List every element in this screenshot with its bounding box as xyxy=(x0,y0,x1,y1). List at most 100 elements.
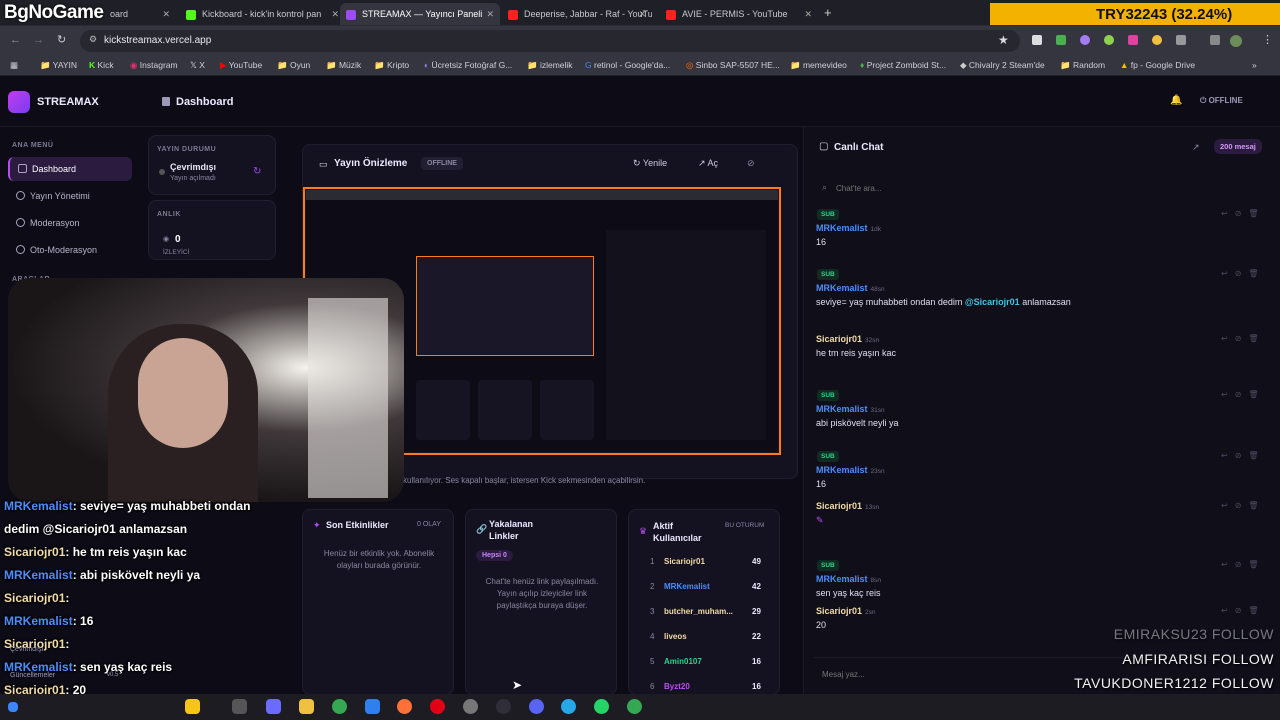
timeout-icon[interactable]: ⊘ xyxy=(1235,334,1249,343)
chat-search-input[interactable] xyxy=(836,180,1256,196)
timeout-icon[interactable]: ⊘ xyxy=(1235,606,1249,615)
bookmark-star-icon[interactable]: ★ xyxy=(998,33,1009,47)
timeout-icon[interactable]: ⊘ xyxy=(1235,390,1249,399)
obs-icon[interactable] xyxy=(496,699,511,714)
bookmark-item[interactable]: 📁 memevideo xyxy=(790,60,847,71)
reply-icon[interactable]: ↩ xyxy=(1221,390,1235,399)
open-button[interactable]: ↗ Aç xyxy=(698,158,718,169)
popout-icon[interactable]: ↗ xyxy=(1192,142,1200,153)
opera-icon[interactable] xyxy=(430,699,445,714)
bookmark-item[interactable]: ◐ Ücretsiz Fotoğraf G... xyxy=(424,60,512,70)
delete-icon[interactable]: 🗑 xyxy=(1248,501,1265,510)
browser-tab-active[interactable]: STREAMAX — Yayıncı Paneli ✕ xyxy=(340,3,500,25)
bookmark-item[interactable]: ▶ YouTube xyxy=(220,60,262,71)
bookmark-item[interactable]: ▲ fp - Google Drive xyxy=(1120,60,1195,70)
close-icon[interactable]: ✕ xyxy=(331,9,339,20)
bookmark-item[interactable]: 📁 YAYIN xyxy=(40,60,77,71)
extension-icon[interactable] xyxy=(1128,35,1138,45)
timeout-icon[interactable]: ⊘ xyxy=(1235,560,1249,569)
timeout-icon[interactable]: ⊘ xyxy=(1235,451,1249,460)
active-user-row[interactable]: 1 Sicariojr01 49 xyxy=(629,554,779,574)
bookmark-item[interactable]: K Kick xyxy=(89,60,114,70)
menu-icon[interactable]: ⋮ xyxy=(1262,33,1273,46)
bookmark-item[interactable]: ◎ Sinbo SAP-5507 HE... xyxy=(686,60,780,71)
reply-icon[interactable]: ↩ xyxy=(1221,451,1235,460)
sidebar-item-moderation[interactable]: Moderasyon xyxy=(8,211,132,235)
timeout-icon[interactable]: ⊘ xyxy=(1235,501,1249,510)
bookmark-item[interactable]: 📁 Müzik xyxy=(326,60,361,71)
bookmark-item[interactable]: G retinol - Google'da... xyxy=(585,60,670,70)
active-user-row[interactable]: 4 liveos 22 xyxy=(629,629,779,649)
app-icon[interactable] xyxy=(365,699,380,714)
apps-icon[interactable]: ▦ xyxy=(10,60,18,71)
start-icon[interactable] xyxy=(8,702,18,712)
chat-username[interactable]: MRKemalist 23sn xyxy=(816,465,885,475)
delete-icon[interactable]: 🗑 xyxy=(1248,269,1265,278)
forward-icon[interactable]: → xyxy=(33,34,44,46)
bookmark-item[interactable]: ◆ Chivalry 2 Steam'de xyxy=(960,60,1045,71)
bookmark-item[interactable]: 📁 Random xyxy=(1060,60,1105,71)
reading-list-icon[interactable] xyxy=(1210,35,1220,45)
reply-icon[interactable]: ↩ xyxy=(1221,606,1235,615)
timeout-icon[interactable]: ⊘ xyxy=(1235,269,1249,278)
refresh-button[interactable]: ↻ Yenile xyxy=(633,158,667,169)
profile-avatar[interactable] xyxy=(1230,35,1242,47)
chat-username[interactable]: Sicariojr01 13sn xyxy=(816,501,879,511)
browser-tab[interactable]: Kickboard - kick'in kontrol pan ✕ xyxy=(180,3,345,25)
delete-icon[interactable]: 🗑 xyxy=(1248,560,1265,569)
task-view-icon[interactable] xyxy=(232,699,247,714)
active-user-row[interactable]: 2 MRKemalist 42 xyxy=(629,579,779,599)
close-icon[interactable]: ✕ xyxy=(162,9,170,20)
sidebar-footer-updates[interactable]: Güncellemeler xyxy=(10,672,55,679)
close-icon[interactable]: ✕ xyxy=(804,9,812,20)
delete-icon[interactable]: 🗑 xyxy=(1248,606,1265,615)
mute-icon[interactable]: ⊘ xyxy=(747,158,755,169)
browser-tab[interactable]: AVIE - PERMIS - YouTube ✕ xyxy=(660,3,818,25)
app-icon[interactable] xyxy=(266,699,281,714)
delete-icon[interactable]: 🗑 xyxy=(1248,451,1265,460)
more-bookmarks-icon[interactable]: » xyxy=(1252,60,1257,70)
chrome-icon[interactable] xyxy=(627,699,642,714)
sidebar-item-stream-management[interactable]: Yayın Yönetimi xyxy=(8,184,132,208)
extension-icon[interactable] xyxy=(1104,35,1114,45)
reload-icon[interactable]: ↻ xyxy=(57,33,66,46)
delete-icon[interactable]: 🗑 xyxy=(1248,390,1265,399)
browser-tab[interactable]: Deeperise, Jabbar - Raf - YouTu ✕ xyxy=(502,3,652,25)
reply-icon[interactable]: ↩ xyxy=(1221,560,1235,569)
delete-icon[interactable]: 🗑 xyxy=(1248,209,1265,218)
bookmark-item[interactable]: 𝕏 X xyxy=(190,60,205,71)
delete-icon[interactable]: 🗑 xyxy=(1248,334,1265,343)
discord-icon[interactable] xyxy=(529,699,544,714)
reply-icon[interactable]: ↩ xyxy=(1221,501,1235,510)
active-user-row[interactable]: 3 butcher_muham... 29 xyxy=(629,604,779,624)
chat-username[interactable]: MRKemalist 1dk xyxy=(816,223,881,233)
extension-icon[interactable] xyxy=(1032,35,1042,45)
sidebar-item-auto-moderation[interactable]: Oto-Moderasyon xyxy=(8,238,132,262)
bookmark-item[interactable]: 📁 Oyun xyxy=(277,60,310,71)
address-bar[interactable]: ⚙ kickstreamax.vercel.app xyxy=(80,30,1020,52)
site-info-icon[interactable]: ⚙ xyxy=(89,34,97,45)
chat-username[interactable]: MRKemalist 8sn xyxy=(816,574,881,584)
chat-username[interactable]: Sicariojr01 32sn xyxy=(816,334,879,344)
links-filter-chip[interactable]: Hepsi 0 xyxy=(476,550,513,561)
extension-icon[interactable] xyxy=(1080,35,1090,45)
chat-username[interactable]: MRKemalist 48sn xyxy=(816,283,885,293)
close-icon[interactable]: ✕ xyxy=(486,9,494,20)
bookmark-item[interactable]: 📁 izlemelik xyxy=(527,60,573,71)
chat-username[interactable]: Sicariojr01 2sn xyxy=(816,606,876,616)
bookmark-item[interactable]: 📁 Kripto xyxy=(374,60,409,71)
timeout-icon[interactable]: ⊘ xyxy=(1235,209,1249,218)
telegram-icon[interactable] xyxy=(561,699,576,714)
reply-icon[interactable]: ↩ xyxy=(1221,334,1235,343)
extensions-puzzle-icon[interactable] xyxy=(1176,35,1186,45)
reply-icon[interactable]: ↩ xyxy=(1221,269,1235,278)
chat-search[interactable]: ⌕ xyxy=(814,177,1272,199)
bell-icon[interactable]: 🔔 xyxy=(1170,95,1182,106)
reply-icon[interactable]: ↩ xyxy=(1221,209,1235,218)
app-icon[interactable] xyxy=(463,699,478,714)
bookmark-item[interactable]: ♦ Project Zomboid St... xyxy=(860,60,946,70)
extension-icon[interactable] xyxy=(1152,35,1162,45)
file-explorer-icon[interactable] xyxy=(299,699,314,714)
whatsapp-icon[interactable] xyxy=(594,699,609,714)
chat-username[interactable]: MRKemalist 31sn xyxy=(816,404,885,414)
